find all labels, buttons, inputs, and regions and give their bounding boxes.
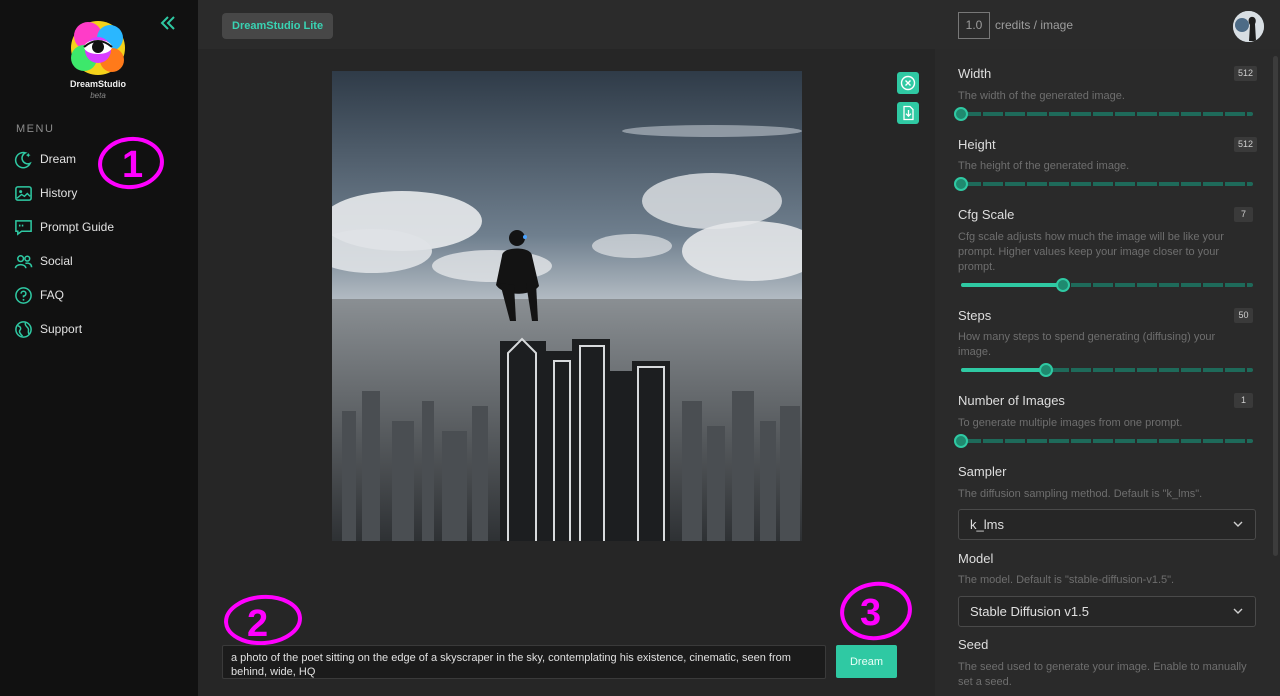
sidebar-item-faq[interactable]: FAQ xyxy=(14,284,64,306)
width-slider-handle[interactable] xyxy=(954,107,968,121)
steps-value: 50 xyxy=(1234,308,1253,323)
seed-description: The seed used to generate your image. En… xyxy=(958,661,1247,688)
num-images-slider[interactable] xyxy=(954,434,1253,448)
height-value: 512 xyxy=(1234,137,1258,152)
annotation-2: 2 xyxy=(224,594,302,646)
chevron-down-icon xyxy=(1233,521,1243,527)
model-title: Model xyxy=(958,551,994,566)
collapse-sidebar-icon[interactable] xyxy=(158,13,178,33)
height-description: The height of the generated image. xyxy=(958,160,1130,172)
sidebar-item-history[interactable]: History xyxy=(14,182,77,204)
sampler-selected-value: k_lms xyxy=(970,517,1004,532)
app-window: DreamStudio beta MENU Dream History Prom… xyxy=(0,0,1280,696)
steps-description: How many steps to spend generating (diff… xyxy=(958,331,1216,358)
question-icon xyxy=(15,286,32,304)
product-badge[interactable]: DreamStudio Lite xyxy=(222,13,334,39)
sidebar-item-label: Support xyxy=(40,322,83,336)
cfg-title: Cfg Scale xyxy=(958,207,1015,222)
width-slider[interactable] xyxy=(954,107,1253,121)
cfg-value: 7 xyxy=(1234,207,1253,222)
cfg-description: Cfg scale adjusts how much the image wil… xyxy=(958,231,1224,273)
seed-title: Seed xyxy=(958,637,989,652)
model-description: The model. Default is "stable-diffusion-… xyxy=(958,574,1175,586)
settings-scrollbar[interactable] xyxy=(1273,56,1278,556)
menu-label: MENU xyxy=(16,123,55,135)
brand-name: DreamStudio xyxy=(69,79,126,89)
model-select[interactable]: Stable Diffusion v1.5 xyxy=(958,596,1256,627)
credits-value: 1.0 xyxy=(958,12,990,39)
width-title: Width xyxy=(958,66,992,81)
sidebar-item-label: FAQ xyxy=(40,288,65,302)
chevron-down-icon xyxy=(1233,608,1243,614)
height-slider[interactable] xyxy=(954,177,1253,191)
avatar[interactable] xyxy=(1233,11,1264,42)
svg-text:2: 2 xyxy=(247,603,268,645)
sidebar-item-prompt-guide[interactable]: Prompt Guide xyxy=(14,216,114,238)
download-image-button[interactable] xyxy=(897,102,919,124)
download-icon xyxy=(903,105,914,121)
dream-button[interactable]: Dream xyxy=(836,645,897,678)
annotation-1: 1 xyxy=(98,136,164,190)
cfg-slider-handle[interactable] xyxy=(1056,278,1071,292)
sidebar-item-support[interactable]: Support xyxy=(14,318,82,340)
moon-stars-icon xyxy=(14,151,32,168)
cfg-slider[interactable] xyxy=(961,278,1253,292)
sidebar-item-label: Dream xyxy=(40,152,77,166)
remove-image-button[interactable] xyxy=(897,72,919,94)
steps-slider-handle[interactable] xyxy=(1038,363,1053,377)
num-images-slider-handle[interactable] xyxy=(954,434,968,448)
sidebar-item-label: Social xyxy=(40,254,73,268)
generated-image[interactable] xyxy=(332,71,802,541)
prompt-input[interactable]: a photo of the poet sitting on the edge … xyxy=(222,645,826,679)
sampler-description: The diffusion sampling method. Default i… xyxy=(958,488,1203,500)
num-images-description: To generate multiple images from one pro… xyxy=(958,417,1183,429)
height-title: Height xyxy=(958,137,996,152)
width-description: The width of the generated image. xyxy=(958,90,1125,102)
sidebar: DreamStudio beta MENU Dream History Prom… xyxy=(0,0,198,696)
dreamstudio-logo[interactable] xyxy=(66,18,130,82)
sidebar-item-social[interactable]: Social xyxy=(14,250,73,272)
users-icon xyxy=(14,254,33,268)
svg-text:1: 1 xyxy=(122,144,143,186)
chat-bubble-icon xyxy=(15,219,32,236)
globe-icon xyxy=(15,320,32,338)
svg-text:3: 3 xyxy=(860,592,881,634)
model-selected-value: Stable Diffusion v1.5 xyxy=(970,604,1089,619)
num-images-title: Number of Images xyxy=(958,393,1065,408)
height-slider-handle[interactable] xyxy=(954,177,968,191)
annotation-3: 3 xyxy=(840,581,912,641)
close-circle-icon xyxy=(900,75,916,91)
brand-tag: beta xyxy=(90,91,106,100)
sidebar-item-label: Prompt Guide xyxy=(40,220,115,234)
num-images-value: 1 xyxy=(1234,393,1253,408)
width-value: 512 xyxy=(1234,66,1258,81)
sampler-select[interactable]: k_lms xyxy=(958,509,1256,540)
sampler-title: Sampler xyxy=(958,464,1007,479)
sidebar-item-dream[interactable]: Dream xyxy=(14,148,76,170)
steps-slider[interactable] xyxy=(961,363,1253,377)
steps-title: Steps xyxy=(958,308,992,323)
image-icon xyxy=(15,185,32,201)
top-bar xyxy=(198,0,1280,49)
credits-label: credits / image xyxy=(995,18,1074,32)
sidebar-item-label: History xyxy=(40,186,78,200)
